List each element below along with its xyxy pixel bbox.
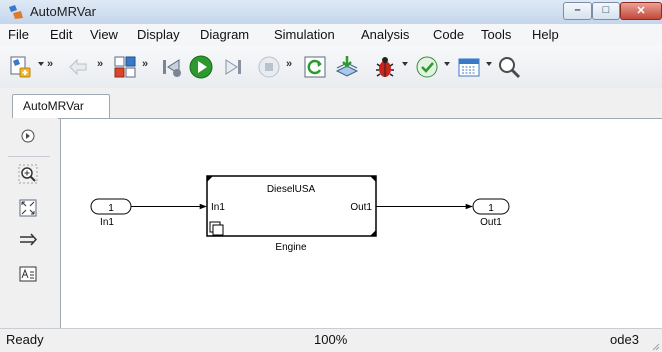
- debug-dropdown-caret[interactable]: [402, 62, 408, 66]
- zoom-icon[interactable]: [496, 54, 522, 80]
- zoom-in-icon[interactable]: [18, 164, 38, 184]
- inport-number: 1: [108, 203, 114, 214]
- close-icon: ✕: [636, 5, 646, 17]
- annotation-icon[interactable]: [18, 264, 38, 284]
- menu-display[interactable]: Display: [137, 27, 180, 42]
- toolbar: » » » »: [0, 46, 662, 89]
- zoom-level: 100%: [314, 332, 348, 347]
- status-text: Ready: [6, 332, 44, 347]
- build-icon[interactable]: [334, 54, 360, 80]
- menu-simulation[interactable]: Simulation: [274, 27, 335, 42]
- toolbar-overflow-4[interactable]: »: [286, 58, 292, 70]
- model-canvas[interactable]: 1 In1 DieselUSA In1 Out1 Engine 1 Out1: [60, 119, 662, 328]
- debug-icon[interactable]: [372, 54, 398, 80]
- step-back-icon[interactable]: [158, 54, 184, 80]
- outport-label: Out1: [480, 217, 502, 228]
- menu-bar: File Edit View Display Diagram Simulatio…: [0, 24, 662, 46]
- advisor-dropdown-caret[interactable]: [444, 62, 450, 66]
- minimize-button[interactable]: –: [563, 2, 592, 20]
- menu-diagram[interactable]: Diagram: [200, 27, 249, 42]
- step-forward-icon[interactable]: [220, 54, 246, 80]
- stop-icon[interactable]: [256, 54, 282, 80]
- menu-edit[interactable]: Edit: [50, 27, 72, 42]
- tab-automrvar[interactable]: AutoMRVar: [12, 94, 110, 118]
- menu-tools[interactable]: Tools: [481, 27, 511, 42]
- model-advisor-icon[interactable]: [414, 54, 440, 80]
- menu-analysis[interactable]: Analysis: [361, 27, 409, 42]
- fit-view-icon[interactable]: [18, 198, 38, 218]
- subsystem-in-port: In1: [211, 202, 225, 213]
- solver-name: ode3: [610, 332, 639, 347]
- outport-number: 1: [488, 203, 494, 214]
- inspector-dropdown-caret[interactable]: [486, 62, 492, 66]
- toolbar-overflow-1[interactable]: »: [47, 58, 53, 70]
- menu-code[interactable]: Code: [433, 27, 464, 42]
- menu-help[interactable]: Help: [532, 27, 559, 42]
- model-tab-strip: AutoMRVar: [0, 88, 662, 119]
- subsystem-out-port: Out1: [350, 202, 372, 213]
- toolbar-overflow-2[interactable]: »: [97, 58, 103, 70]
- new-model-dropdown-caret[interactable]: [38, 62, 44, 66]
- hide-browser-icon[interactable]: [18, 126, 38, 146]
- engine-subsystem-block[interactable]: DieselUSA In1 Out1 Engine: [206, 175, 377, 253]
- inport-label: In1: [100, 217, 114, 228]
- status-bar: Ready 100% ode3: [0, 328, 662, 352]
- model-browser-icon[interactable]: [112, 54, 138, 80]
- tool-palette: [0, 118, 58, 328]
- outport-block[interactable]: 1 Out1: [472, 198, 510, 228]
- block-diagram: 1 In1 DieselUSA In1 Out1 Engine 1 Out1: [90, 175, 510, 253]
- menu-view[interactable]: View: [90, 27, 118, 42]
- subsystem-title: DieselUSA: [267, 184, 316, 195]
- maximize-button[interactable]: □: [592, 2, 620, 20]
- title-bar[interactable]: AutoMRVar – □ ✕: [0, 0, 662, 24]
- toolbar-overflow-3[interactable]: »: [142, 58, 148, 70]
- back-icon[interactable]: [66, 54, 92, 80]
- simulink-app-icon: [9, 5, 23, 19]
- tab-label: AutoMRVar: [23, 99, 84, 113]
- palette-separator: [8, 156, 50, 157]
- menu-file[interactable]: File: [8, 27, 29, 42]
- resize-grip-icon[interactable]: [650, 341, 660, 351]
- update-diagram-icon[interactable]: [302, 54, 328, 80]
- signal-arrow-icon[interactable]: [18, 230, 38, 250]
- model-window: AutoMRVar – □ ✕ File Edit View Display D…: [0, 0, 662, 352]
- window-title: AutoMRVar: [30, 4, 96, 19]
- new-model-icon[interactable]: [8, 54, 34, 80]
- close-button[interactable]: ✕: [620, 2, 662, 20]
- inport-block[interactable]: 1 In1: [90, 198, 132, 228]
- minimize-icon: –: [574, 4, 581, 16]
- run-icon[interactable]: [188, 54, 214, 80]
- data-inspector-icon[interactable]: [456, 54, 482, 80]
- subsystem-name: Engine: [275, 242, 307, 253]
- maximize-icon: □: [602, 4, 610, 16]
